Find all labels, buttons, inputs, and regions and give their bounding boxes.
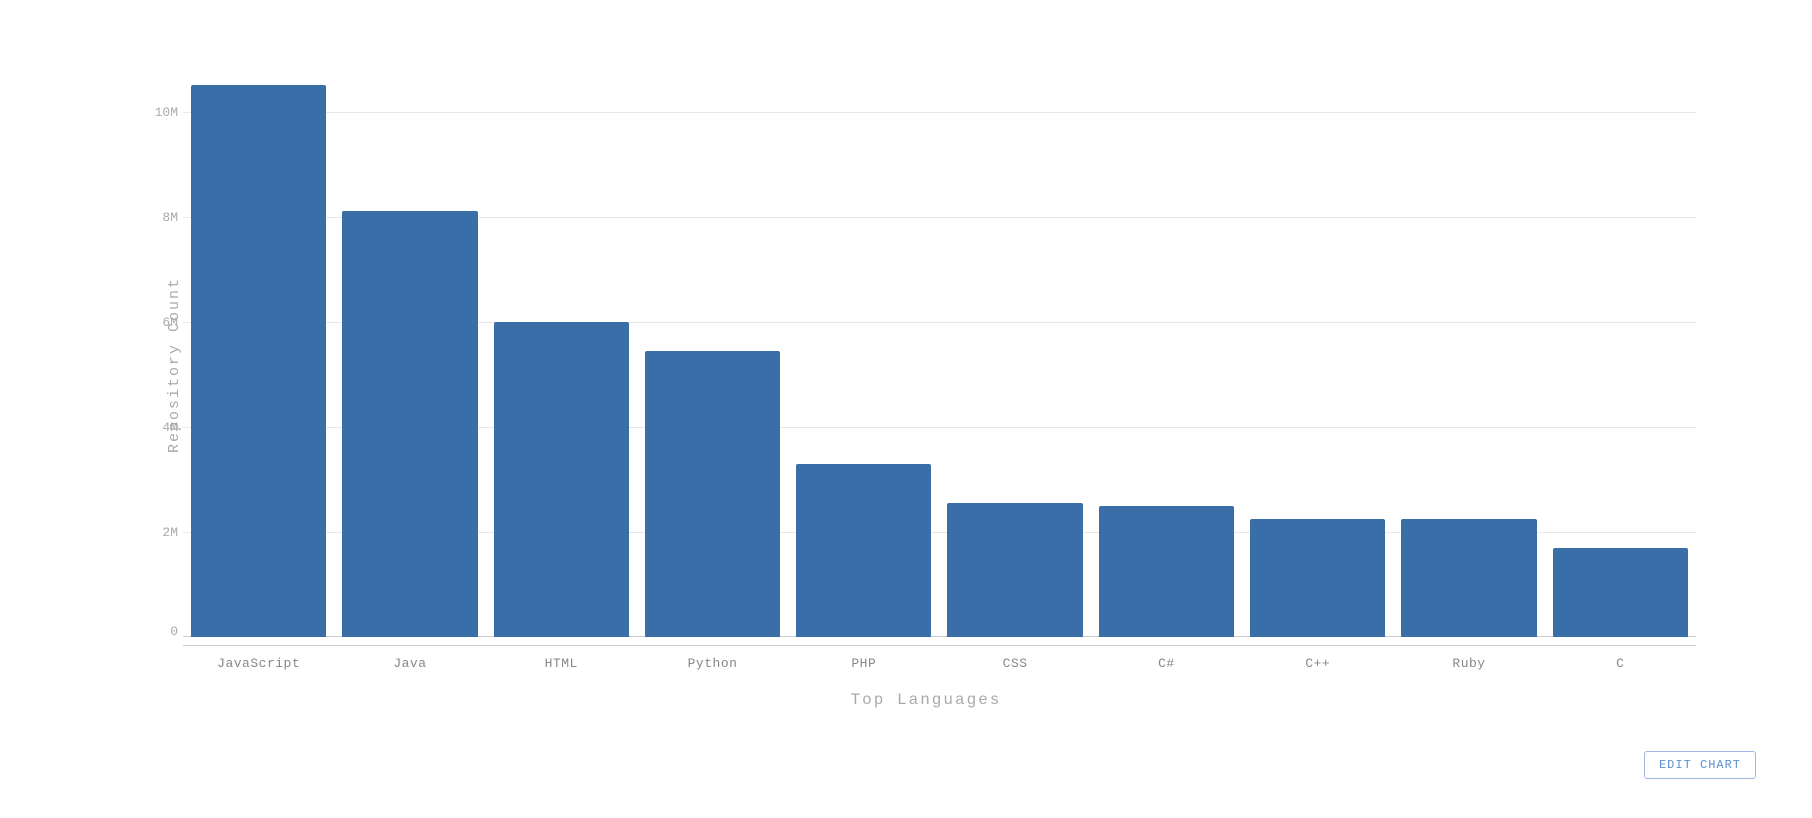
bar-group <box>486 59 637 637</box>
bar-group <box>637 59 788 637</box>
bar-group <box>183 59 334 637</box>
bar-group <box>1242 59 1393 637</box>
grid-and-bars: 10M8M6M4M2M0 <box>183 59 1696 637</box>
x-axis-label-javascript: JavaScript <box>183 646 334 671</box>
x-axis-label-ruby: Ruby <box>1393 646 1544 671</box>
bar-python <box>645 351 780 637</box>
bar-c-- <box>1250 519 1385 637</box>
x-axis-label-c--: C++ <box>1242 646 1393 671</box>
x-axis-label-python: Python <box>637 646 788 671</box>
chart-area: Repository Count 10M8M6M4M2M0 JavaScript… <box>156 59 1696 671</box>
edit-chart-button[interactable]: EDIT CHART <box>1644 751 1756 779</box>
bar-group <box>788 59 939 637</box>
chart-inner: 10M8M6M4M2M0 JavaScriptJavaHTMLPythonPHP… <box>183 59 1696 671</box>
bar-html <box>494 322 629 637</box>
bar-group <box>334 59 485 637</box>
bar-c- <box>1099 506 1234 637</box>
bar-group <box>1393 59 1544 637</box>
bar-group <box>939 59 1090 637</box>
x-axis-label-php: PHP <box>788 646 939 671</box>
y-axis-label: Repository Count <box>156 59 183 671</box>
x-axis-label-css: CSS <box>939 646 1090 671</box>
bar-javascript <box>191 85 326 637</box>
bar-c <box>1553 548 1688 637</box>
x-axis: JavaScriptJavaHTMLPythonPHPCSSC#C++RubyC <box>183 645 1696 671</box>
bars-wrapper <box>183 59 1696 637</box>
bar-group <box>1545 59 1696 637</box>
x-axis-label-c-: C# <box>1091 646 1242 671</box>
x-axis-label-c: C <box>1545 646 1696 671</box>
x-axis-label-java: Java <box>334 646 485 671</box>
bar-java <box>342 211 477 637</box>
chart-container: Repository Count 10M8M6M4M2M0 JavaScript… <box>56 29 1756 789</box>
bar-php <box>796 464 931 637</box>
x-axis-title: Top Languages <box>156 691 1696 709</box>
bar-ruby <box>1401 519 1536 637</box>
bar-css <box>947 503 1082 637</box>
bar-group <box>1091 59 1242 637</box>
x-axis-label-html: HTML <box>486 646 637 671</box>
